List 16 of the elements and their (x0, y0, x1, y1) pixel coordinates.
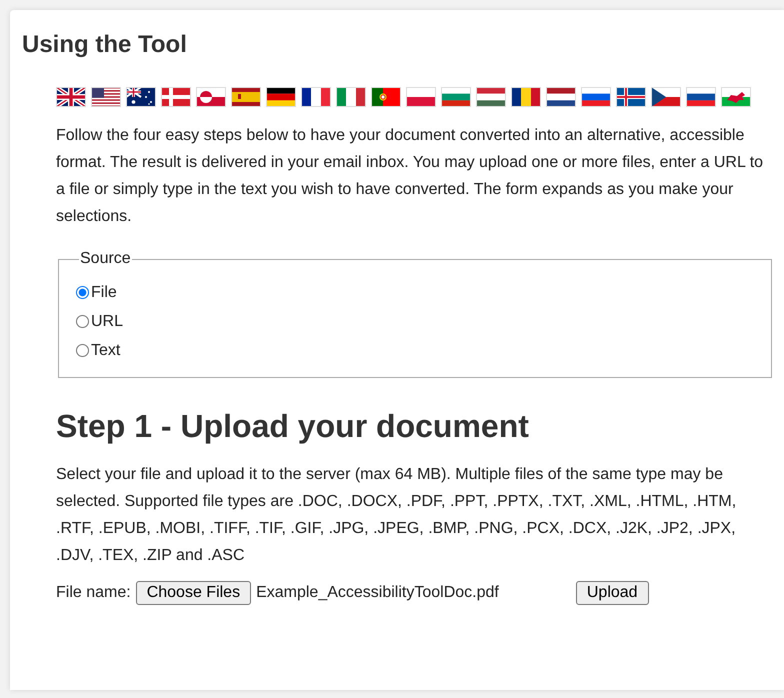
radio-button[interactable] (76, 286, 89, 299)
step-description: Select your file and upload it to the server (max 64 MB). Multiple files of the same type may be selected. Supported file types are .DOC, .DOCX, .PDF, .PPT, .PPTX, .TXT, .XML, .HTML, .HTM, .RTF, .EPUB, .MOBI, .TIFF, .TIF, .GIF, .JPG, .JPEG, .BMP, .PNG, .PCX, .DCX, .J2K, .JP2, .JPX, .DJV, .TEX, .ZIP and .ASC (56, 465, 738, 566)
intro-paragraph: Follow the four easy steps below to have your document converted into an alternative, accessible format. The result is delivered in your email inbox. You may upload one or more files, enter a URL to a file or simply type in the text you wish to have converted. The form expands as you make your selections. (56, 126, 764, 227)
flag-icon[interactable] (56, 87, 86, 107)
radio-label[interactable]: Text (91, 336, 120, 365)
step-heading: Step 1 - Upload your document (56, 407, 530, 446)
fieldset-legend: Source (79, 250, 132, 268)
radio-label[interactable]: File (91, 278, 117, 307)
radio-button[interactable] (76, 344, 89, 357)
upload-button[interactable]: Upload (576, 581, 649, 605)
field-label: File name: (56, 584, 131, 602)
radio-label[interactable]: URL (91, 307, 124, 336)
choose-files-button[interactable]: Choose Files (136, 581, 252, 605)
radio-button[interactable] (76, 315, 89, 328)
file-name: Example_AccessibilityToolDoc.pdf (256, 584, 499, 602)
section-title: Using the Tool (22, 30, 188, 60)
